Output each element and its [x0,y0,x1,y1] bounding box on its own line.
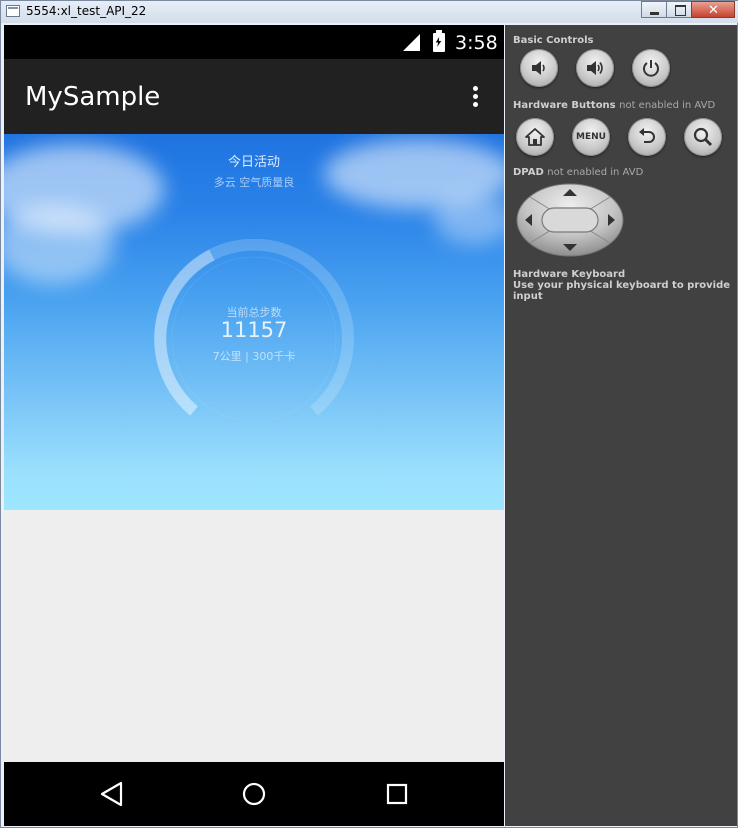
emulator-controls-panel: Basic Controls Hardware Buttons not enab… [505,25,737,826]
cloud [434,194,504,244]
hardware-back-button[interactable] [628,118,666,156]
app-bar: MySample [4,59,504,134]
home-icon[interactable] [239,779,269,809]
phone-screen: 3:58 MySample 今日活动 多云 空气质量良 当前总步数 11157 … [4,25,504,826]
app-title: MySample [25,82,161,112]
dpad-note: not enabled in AVD [547,167,644,178]
power-icon [643,60,659,77]
hardware-search-button[interactable] [684,118,722,156]
back-icon [639,128,655,143]
hardware-buttons-note: not enabled in AVD [619,100,716,111]
keyboard-description: Use your physical keyboard to provide in… [513,280,731,302]
menu-button[interactable]: MENU [572,118,610,156]
hardware-buttons-label: Hardware Buttons not enabled in AVD [513,100,716,111]
activity-card: 今日活动 多云 空气质量良 当前总步数 11157 7公里 | 300千卡 [4,134,504,510]
volume-up-button[interactable] [576,49,614,87]
signal-icon [403,34,420,51]
dpad-control[interactable] [516,183,624,257]
volume-down-button[interactable] [520,49,558,87]
maximize-button[interactable] [666,1,692,18]
more-vert-icon[interactable] [466,84,486,110]
status-bar: 3:58 [4,25,504,59]
hardware-home-button[interactable] [516,118,554,156]
window-title: 5554:xl_test_API_22 [26,4,147,18]
content-area [4,510,504,761]
activity-title: 今日活动 [227,155,280,170]
recents-icon[interactable] [382,779,412,809]
close-button[interactable]: ✕ [691,1,735,18]
menu-label: MENU [576,132,606,142]
volume-up-icon [587,61,603,75]
minimize-button[interactable] [641,1,667,18]
search-icon [693,127,713,147]
steps-value: 11157 [220,318,288,342]
back-icon[interactable] [97,779,127,809]
close-icon: ✕ [708,2,719,17]
window-app-icon [6,5,20,17]
emulator-window: 5554:xl_test_API_22 ✕ 3:58 MySample 今日活动… [0,0,738,828]
status-clock: 3:58 [455,32,498,54]
volume-down-icon [532,61,545,75]
window-titlebar[interactable]: 5554:xl_test_API_22 ✕ [1,1,738,23]
window-controls: ✕ [641,1,735,19]
power-button[interactable] [632,49,670,87]
battery-charging-icon [433,30,445,52]
basic-controls-label: Basic Controls [513,35,594,46]
weather-text: 多云 空气质量良 [213,176,295,189]
cloud [4,204,114,284]
home-icon [525,128,545,146]
nav-bar [4,762,504,826]
keyboard-label: Hardware Keyboard [513,269,626,280]
steps-detail: 7公里 | 300千卡 [212,350,296,363]
dpad-label: DPAD not enabled in AVD [513,167,644,178]
